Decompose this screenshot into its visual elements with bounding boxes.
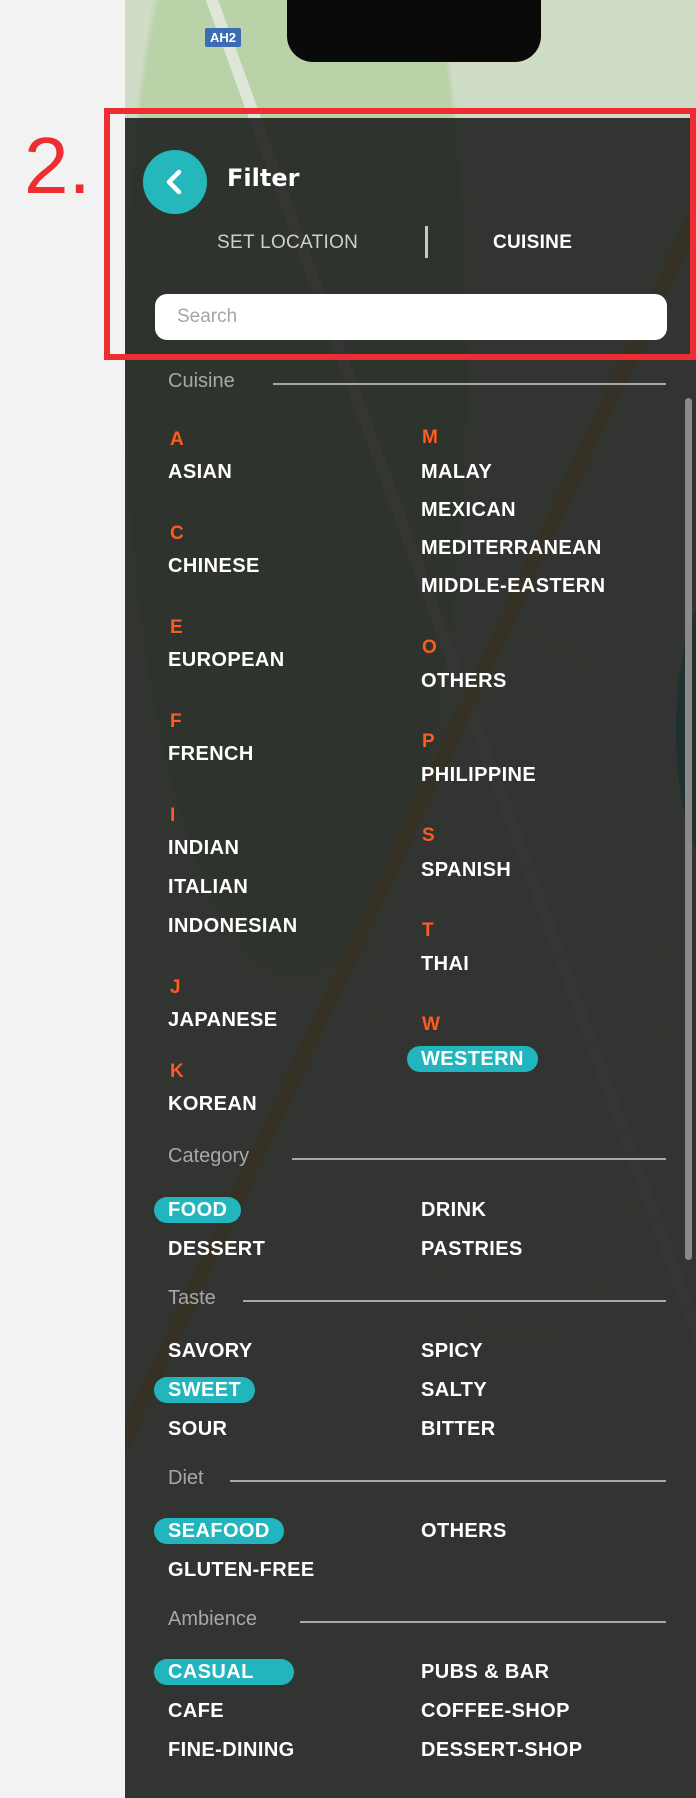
taste-sweet[interactable]: SWEET	[154, 1377, 256, 1403]
scrollbar[interactable]	[685, 398, 692, 1260]
map-highway-badge: AH2	[205, 28, 242, 47]
taste-sour[interactable]: SOUR	[168, 1418, 227, 1441]
cuisine-malay[interactable]: MALAY	[421, 461, 492, 484]
cuisine-italian[interactable]: ITALIAN	[168, 876, 248, 899]
cuisine-chinese[interactable]: CHINESE	[168, 555, 260, 578]
diet-others[interactable]: OTHERS	[421, 1520, 507, 1543]
cuisine-spanish[interactable]: SPANISH	[421, 859, 511, 882]
section-title-cuisine: Cuisine	[168, 370, 235, 392]
section-divider	[230, 1480, 666, 1482]
annotation-highlight-box	[104, 108, 696, 360]
cuisine-korean[interactable]: KOREAN	[168, 1093, 257, 1116]
letter-k: K	[170, 1061, 184, 1082]
cuisine-mexican[interactable]: MEXICAN	[421, 499, 516, 522]
taste-spicy[interactable]: SPICY	[421, 1340, 483, 1363]
taste-salty[interactable]: SALTY	[421, 1379, 487, 1402]
taste-bitter[interactable]: BITTER	[421, 1418, 496, 1441]
letter-p: P	[422, 731, 435, 752]
selected-pill: CASUAL	[154, 1659, 294, 1685]
cuisine-european[interactable]: EUROPEAN	[168, 649, 285, 672]
category-pastries[interactable]: PASTRIES	[421, 1238, 523, 1261]
section-divider	[300, 1621, 666, 1623]
cuisine-indonesian[interactable]: INDONESIAN	[168, 915, 298, 938]
letter-e: E	[170, 617, 183, 638]
letter-o: O	[422, 637, 437, 658]
cuisine-western[interactable]: WESTERN	[407, 1046, 538, 1072]
selected-pill: WESTERN	[407, 1046, 538, 1072]
selected-pill: SWEET	[154, 1377, 256, 1403]
cuisine-japanese[interactable]: JAPANESE	[168, 1009, 278, 1032]
letter-f: F	[170, 711, 182, 732]
category-food[interactable]: FOOD	[154, 1197, 242, 1223]
category-dessert[interactable]: DESSERT	[168, 1238, 265, 1261]
letter-i: I	[170, 805, 176, 826]
phone-notch	[287, 0, 541, 62]
diet-seafood[interactable]: SEAFOOD	[154, 1518, 284, 1544]
cuisine-middle-eastern[interactable]: MIDDLE-EASTERN	[421, 575, 606, 598]
letter-a: A	[170, 429, 184, 450]
section-divider	[243, 1300, 666, 1302]
letter-j: J	[170, 977, 181, 998]
letter-s: S	[422, 825, 435, 846]
cuisine-others[interactable]: OTHERS	[421, 670, 507, 693]
section-title-ambience: Ambience	[168, 1608, 257, 1630]
ambience-fine-dining[interactable]: FINE-DINING	[168, 1739, 295, 1762]
cuisine-mediterranean[interactable]: MEDITERRANEAN	[421, 537, 602, 560]
cuisine-french[interactable]: FRENCH	[168, 743, 254, 766]
ambience-cafe[interactable]: CAFE	[168, 1700, 224, 1723]
selected-pill: SEAFOOD	[154, 1518, 284, 1544]
section-divider	[273, 383, 666, 385]
ambience-coffee-shop[interactable]: COFFEE-SHOP	[421, 1700, 570, 1723]
ambience-casual[interactable]: CASUAL	[154, 1659, 294, 1685]
letter-c: C	[170, 523, 184, 544]
letter-m: M	[422, 427, 438, 448]
section-title-taste: Taste	[168, 1287, 216, 1309]
cuisine-thai[interactable]: THAI	[421, 953, 469, 976]
ambience-dessert-shop[interactable]: DESSERT-SHOP	[421, 1739, 583, 1762]
section-title-category: Category	[168, 1145, 250, 1167]
category-drink[interactable]: DRINK	[421, 1199, 486, 1222]
section-divider	[292, 1158, 666, 1160]
cuisine-asian[interactable]: ASIAN	[168, 461, 232, 484]
section-title-diet: Diet	[168, 1467, 204, 1489]
letter-w: W	[422, 1014, 440, 1035]
cuisine-indian[interactable]: INDIAN	[168, 837, 239, 860]
diet-gluten-free[interactable]: GLUTEN-FREE	[168, 1559, 315, 1582]
selected-pill: FOOD	[154, 1197, 242, 1223]
annotation-number: 2.	[24, 121, 91, 210]
ambience-pubs-and-bar[interactable]: PUBS & BAR	[421, 1661, 549, 1684]
taste-savory[interactable]: SAVORY	[168, 1340, 253, 1363]
letter-t: T	[422, 920, 434, 941]
cuisine-philippine[interactable]: PHILIPPINE	[421, 764, 536, 787]
